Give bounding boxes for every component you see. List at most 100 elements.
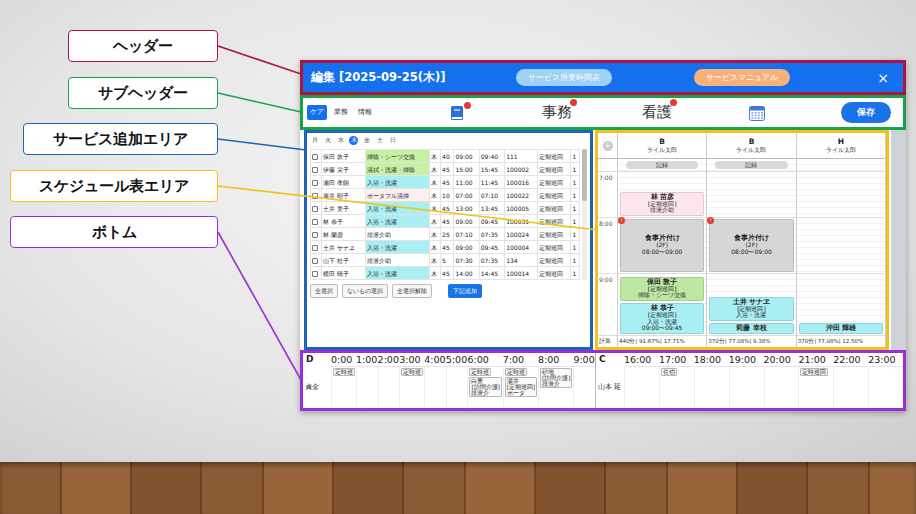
service-row[interactable]: 山下 桂子排泄介助木507:3007:35134定期巡回1 [311, 254, 580, 267]
service-row[interactable]: 林 恭子入浴・洗濯木4509:0009:45100031定期巡回1 [311, 215, 580, 228]
service-cell: 木 [429, 189, 440, 202]
day-button[interactable]: 木 [349, 136, 358, 145]
visit-chip[interactable]: 定時巡 [505, 368, 527, 376]
column-staff: ライル太郎 [618, 146, 706, 153]
service-row[interactable]: 横田 晴子入浴・洗濯木4514:0014:45100014定期巡回1 [311, 267, 580, 280]
record-button[interactable]: 記録 [626, 161, 698, 169]
row-checkbox[interactable] [312, 180, 318, 186]
visit-chip[interactable]: 佐伯 [661, 368, 677, 376]
row-checkbox[interactable] [312, 193, 318, 199]
schedule-event[interactable]: 林 恭子[定期巡回]入浴・洗濯09:00〜09:45 [620, 303, 704, 334]
record-button[interactable]: 記録 [715, 161, 787, 169]
service-row[interactable]: 保田 敦子掃除・シーツ交換木4009:0009:40111定期巡回1 [311, 150, 580, 163]
tab-wrap[interactable]: 業務 [331, 105, 351, 120]
tab[interactable]: ケア [307, 105, 327, 120]
schedule-event[interactable]: 沖田 輝雄 [799, 323, 883, 334]
day-button[interactable]: 土 [375, 136, 384, 145]
day-button[interactable]: 水 [336, 136, 345, 145]
row-checkbox[interactable] [312, 206, 318, 212]
visit-chip[interactable]: 定時巡 [401, 368, 423, 376]
checkbox-cell[interactable] [311, 202, 322, 215]
checkbox-cell[interactable] [311, 241, 322, 254]
visit-chip[interactable]: 白重[訪問介護]排泄介 [469, 377, 501, 397]
service-row[interactable]: 伊藤 栄子清拭・洗濯・掃除木4515:0015:45100002定期巡回1 [311, 163, 580, 176]
row-checkbox[interactable] [312, 167, 318, 173]
menu-link[interactable]: 看護 [642, 101, 672, 124]
service-cell: 100014 [505, 267, 537, 280]
tab[interactable]: 業務 [331, 105, 351, 120]
service-cell: 木 [429, 163, 440, 176]
row-checkbox[interactable] [312, 219, 318, 225]
select-button[interactable]: ないもの選択 [342, 284, 388, 298]
day-button[interactable]: 火 [323, 136, 332, 145]
checkbox-cell[interactable] [311, 189, 322, 202]
select-button-wrap[interactable]: ないもの選択 [342, 284, 388, 298]
header-button[interactable]: サービス所要時間表 [516, 69, 612, 86]
tab-wrap[interactable]: 情報 [355, 105, 375, 120]
visit-chip[interactable]: 定時巡回 [800, 368, 828, 376]
checkbox-cell[interactable] [311, 163, 322, 176]
calendar-icon[interactable] [748, 104, 766, 122]
checkbox-cell[interactable] [311, 150, 322, 163]
select-button-wrap[interactable]: 下記追加 [436, 284, 482, 298]
schedule-event[interactable]: 林 苗彦[定期巡回]排泄介助 [620, 192, 704, 216]
menu-link[interactable]: 事務 [542, 101, 572, 124]
row-checkbox[interactable] [312, 245, 318, 251]
select-button-wrap[interactable]: 全選択解除 [392, 284, 432, 298]
select-button[interactable]: 全選択 [310, 284, 338, 298]
select-button[interactable]: 全選択解除 [392, 284, 432, 298]
service-row[interactable]: 土井 美子入浴・洗濯木4513:0013:45100005定期巡回1 [311, 202, 580, 215]
service-row[interactable]: 土井 サナヱ入浴・洗濯木4509:0009:45100004定期巡回1 [311, 241, 580, 254]
row-checkbox[interactable] [312, 154, 318, 160]
service-row[interactable]: 廣井 昭子ポータブル清掃木1007:0007:10100022定期巡回1 [311, 189, 580, 202]
add-button[interactable]: + [603, 141, 613, 151]
day-wrap[interactable]: 金 [362, 136, 371, 145]
tab[interactable]: 情報 [355, 105, 375, 120]
service-row[interactable]: 林 蘭彦排泄介助木2507:1007:35100024定期巡回1 [311, 228, 580, 241]
checkbox-cell[interactable] [311, 267, 322, 280]
schedule-event[interactable]: 食事片付け(2F)08:00〜09:00! [709, 219, 793, 272]
menu-label[interactable]: 事務 [542, 101, 572, 124]
service-table: 保田 敦子掃除・シーツ交換木4009:0009:40111定期巡回1伊藤 栄子清… [310, 149, 580, 280]
row-checkbox[interactable] [312, 232, 318, 238]
schedule-event[interactable]: 土井 サナヱ[定期巡回]入浴・洗濯 [709, 297, 793, 321]
close-button[interactable]: × [871, 71, 895, 85]
checkbox-cell[interactable] [311, 176, 322, 189]
row-checkbox[interactable] [312, 271, 318, 277]
checkbox-cell[interactable] [311, 215, 322, 228]
row-checkbox[interactable] [312, 258, 318, 264]
service-cell: 45 [441, 163, 454, 176]
day-button[interactable]: 月 [310, 136, 319, 145]
scrollbar-thumb[interactable] [582, 149, 587, 201]
day-button[interactable]: 日 [388, 136, 397, 145]
schedule-cell: 食事片付け(2F)08:00〜09:00! [618, 218, 707, 274]
calendar-button[interactable] [748, 104, 766, 122]
day-wrap[interactable]: 土 [375, 136, 384, 145]
tab-wrap[interactable]: ケア [307, 105, 327, 120]
checkbox-cell[interactable] [311, 254, 322, 267]
day-wrap[interactable]: 木 [349, 136, 358, 145]
save-button[interactable]: 保存 [841, 102, 891, 124]
book-button[interactable] [448, 104, 466, 122]
visit-chip[interactable]: 定時巡 [469, 368, 491, 376]
select-button[interactable]: 下記追加 [448, 284, 482, 298]
day-button[interactable]: 金 [362, 136, 371, 145]
day-wrap[interactable]: 月 [310, 136, 319, 145]
schedule-event[interactable]: 保田 敦子[定期巡回]掃除・シーツ交換 [620, 277, 704, 301]
header-button[interactable]: サービスマニュアル [694, 69, 790, 86]
schedule-event[interactable]: 食事片付け(2F)08:00〜09:00! [620, 219, 704, 272]
service-row[interactable]: 瀬田 孝朗入浴・洗濯木4511:0011:45100016定期巡回1 [311, 176, 580, 189]
day-wrap[interactable]: 日 [388, 136, 397, 145]
select-button-wrap[interactable]: 全選択 [310, 284, 338, 298]
schedule-event[interactable]: 莉藤 幸枝 [709, 323, 793, 334]
visit-chip[interactable]: 砂地[訪問介護]排泄介 [540, 368, 572, 388]
visit-chip[interactable]: 定時巡 [333, 368, 355, 376]
day-wrap[interactable]: 水 [336, 136, 345, 145]
hour-label: 21:00 [798, 353, 833, 366]
checkbox-cell[interactable] [311, 228, 322, 241]
hour-label: 2:00 [378, 353, 400, 366]
menu-label[interactable]: 看護 [642, 101, 672, 124]
visit-chip[interactable]: 湯井[定期巡回]ポータ [505, 377, 537, 397]
day-wrap[interactable]: 火 [323, 136, 332, 145]
scrollbar[interactable] [582, 149, 587, 280]
